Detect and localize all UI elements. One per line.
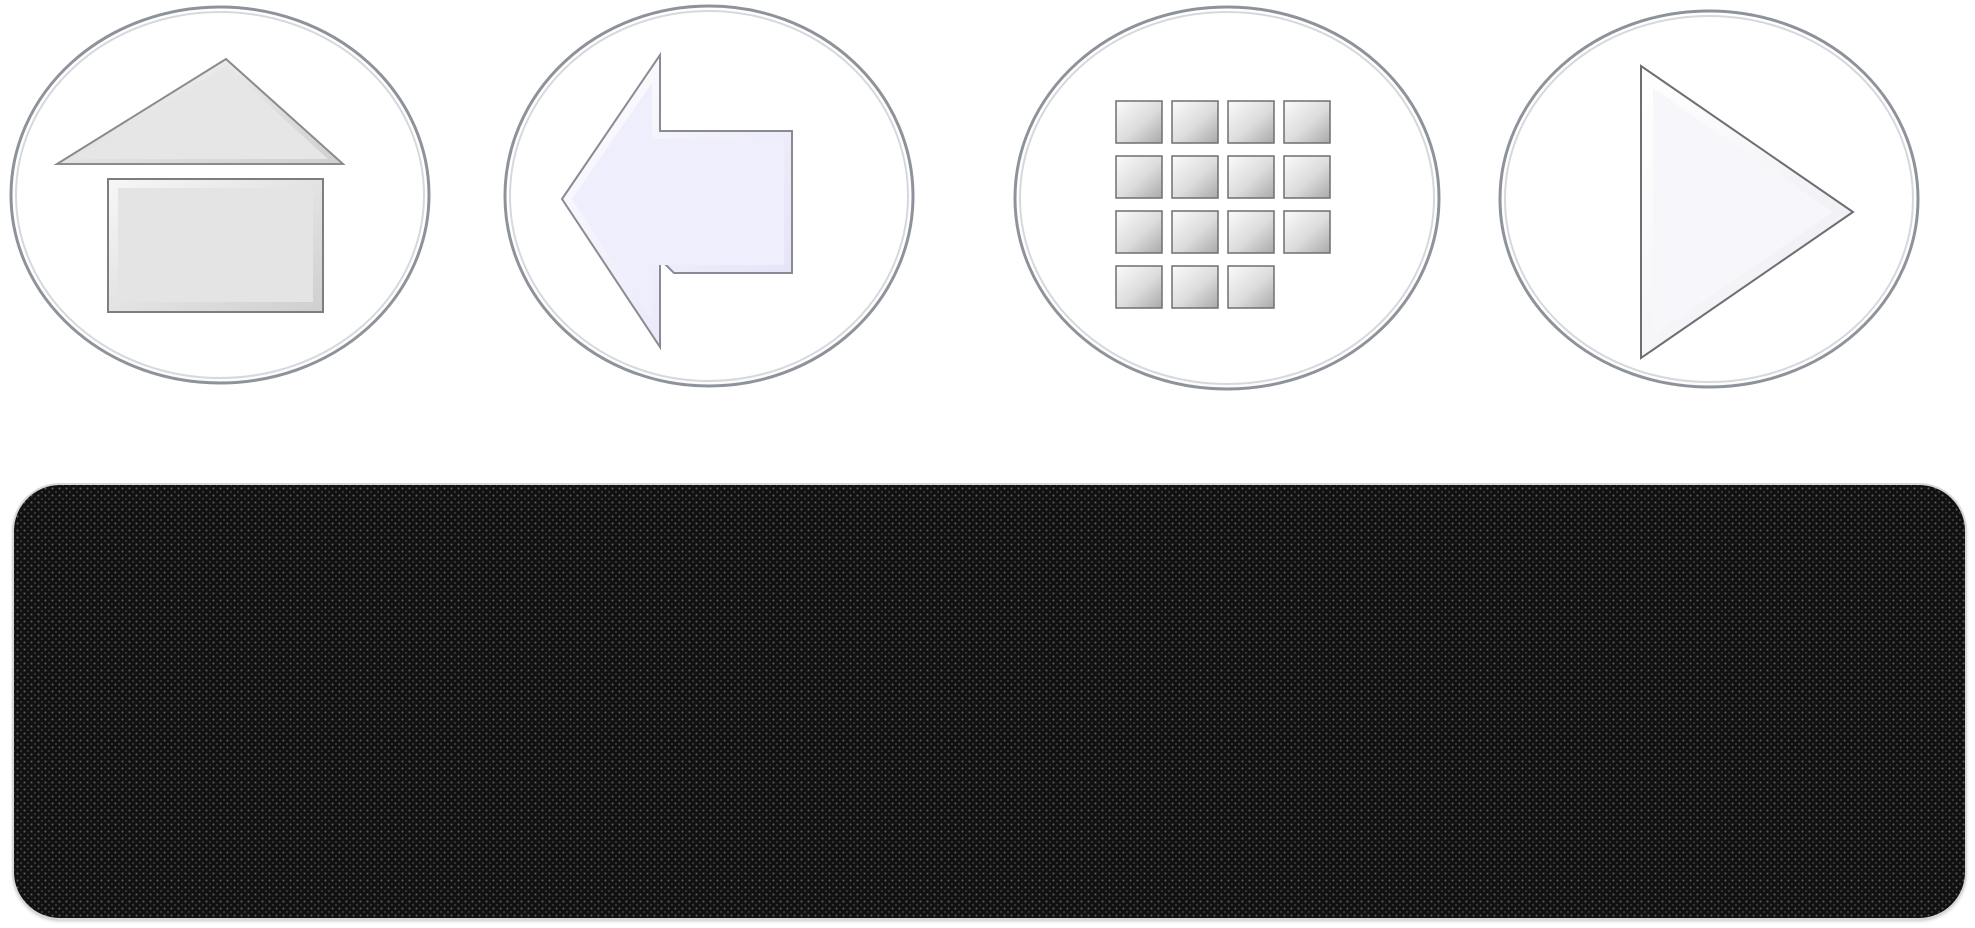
next-button-face bbox=[1498, 9, 1920, 389]
menu-button[interactable] bbox=[1012, 3, 1442, 393]
back-button[interactable] bbox=[500, 3, 918, 389]
back-button-face bbox=[503, 4, 915, 388]
home-button-face bbox=[9, 5, 431, 385]
next-button[interactable] bbox=[1497, 6, 1921, 392]
display-panel bbox=[14, 485, 1965, 918]
menu-button-face bbox=[1013, 5, 1441, 391]
home-button[interactable] bbox=[8, 3, 432, 387]
nav-screen bbox=[0, 0, 1975, 928]
